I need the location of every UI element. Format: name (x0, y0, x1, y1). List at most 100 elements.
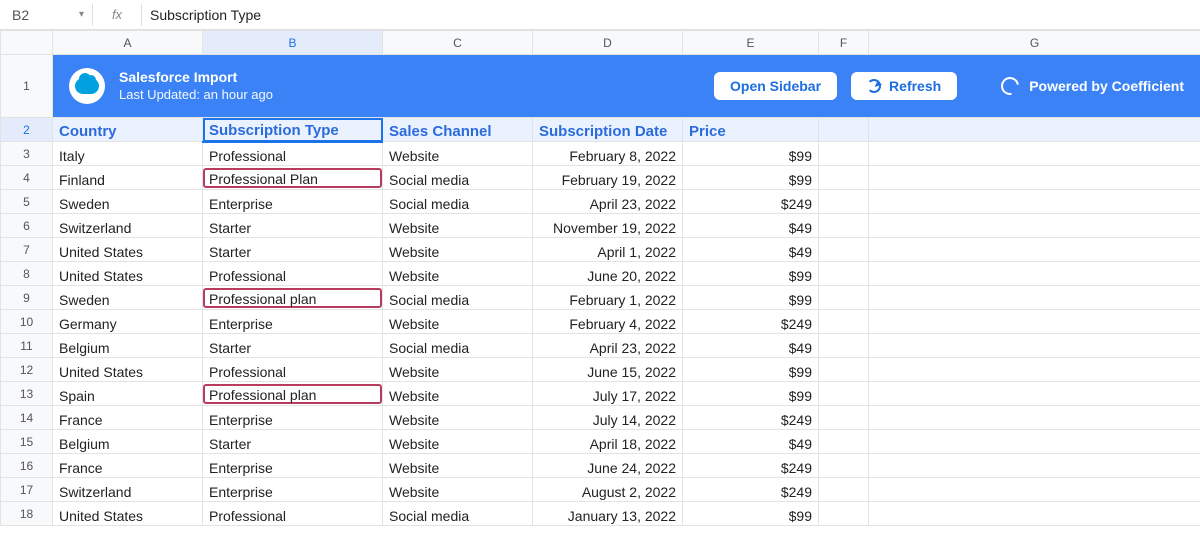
cell-A5[interactable]: Sweden (53, 190, 203, 214)
cell-C12[interactable]: Website (383, 358, 533, 382)
cell-D6[interactable]: November 19, 2022 (533, 214, 683, 238)
cell-G5[interactable] (869, 190, 1200, 214)
cell-F8[interactable] (819, 262, 869, 286)
row-header-6[interactable]: 6 (1, 214, 53, 238)
cell-B7[interactable]: Starter (203, 238, 383, 262)
row-header-15[interactable]: 15 (1, 430, 53, 454)
cell-D7[interactable]: April 1, 2022 (533, 238, 683, 262)
cell-D4[interactable]: February 19, 2022 (533, 166, 683, 190)
cell-G10[interactable] (869, 310, 1200, 334)
cell-B14[interactable]: Enterprise (203, 406, 383, 430)
cell-A7[interactable]: United States (53, 238, 203, 262)
cell-A15[interactable]: Belgium (53, 430, 203, 454)
cell-G12[interactable] (869, 358, 1200, 382)
row-header-7[interactable]: 7 (1, 238, 53, 262)
cell-E15[interactable]: $49 (683, 430, 819, 454)
cell-A14[interactable]: France (53, 406, 203, 430)
cell-C13[interactable]: Website (383, 382, 533, 406)
cell-D18[interactable]: January 13, 2022 (533, 502, 683, 526)
cell-F3[interactable] (819, 142, 869, 166)
cell-F17[interactable] (819, 478, 869, 502)
cell-C18[interactable]: Social media (383, 502, 533, 526)
cell-C9[interactable]: Social media (383, 286, 533, 310)
cell-D5[interactable]: April 23, 2022 (533, 190, 683, 214)
cell-A18[interactable]: United States (53, 502, 203, 526)
cell-B2[interactable]: Subscription Type (203, 118, 383, 142)
cell-A17[interactable]: Switzerland (53, 478, 203, 502)
formula-input[interactable]: Subscription Type (146, 7, 1192, 23)
cell-C16[interactable]: Website (383, 454, 533, 478)
cell-E12[interactable]: $99 (683, 358, 819, 382)
row-header-14[interactable]: 14 (1, 406, 53, 430)
cell-C2[interactable]: Sales Channel (383, 118, 533, 142)
cell-C3[interactable]: Website (383, 142, 533, 166)
cell-B13[interactable]: Professional plan (203, 382, 383, 406)
cell-F10[interactable] (819, 310, 869, 334)
cell-A16[interactable]: France (53, 454, 203, 478)
cell-B15[interactable]: Starter (203, 430, 383, 454)
cell-F13[interactable] (819, 382, 869, 406)
row-header-5[interactable]: 5 (1, 190, 53, 214)
cell-G4[interactable] (869, 166, 1200, 190)
row-header-1[interactable]: 1 (1, 55, 53, 118)
row-header-18[interactable]: 18 (1, 502, 53, 526)
cell-D13[interactable]: July 17, 2022 (533, 382, 683, 406)
cell-F12[interactable] (819, 358, 869, 382)
cell-B16[interactable]: Enterprise (203, 454, 383, 478)
cell-D8[interactable]: June 20, 2022 (533, 262, 683, 286)
cell-F14[interactable] (819, 406, 869, 430)
cell-F5[interactable] (819, 190, 869, 214)
cell-G18[interactable] (869, 502, 1200, 526)
cell-D15[interactable]: April 18, 2022 (533, 430, 683, 454)
cell-B5[interactable]: Enterprise (203, 190, 383, 214)
cell-B17[interactable]: Enterprise (203, 478, 383, 502)
col-header-E[interactable]: E (683, 31, 819, 55)
cell-E6[interactable]: $49 (683, 214, 819, 238)
cell-C11[interactable]: Social media (383, 334, 533, 358)
cell-A12[interactable]: United States (53, 358, 203, 382)
cell-F15[interactable] (819, 430, 869, 454)
cell-F7[interactable] (819, 238, 869, 262)
cell-G14[interactable] (869, 406, 1200, 430)
cell-E18[interactable]: $99 (683, 502, 819, 526)
cell-E14[interactable]: $249 (683, 406, 819, 430)
cell-G8[interactable] (869, 262, 1200, 286)
cell-B12[interactable]: Professional (203, 358, 383, 382)
cell-E17[interactable]: $249 (683, 478, 819, 502)
cell-C14[interactable]: Website (383, 406, 533, 430)
cell-E7[interactable]: $49 (683, 238, 819, 262)
cell-D17[interactable]: August 2, 2022 (533, 478, 683, 502)
col-header-B[interactable]: B (203, 31, 383, 55)
row-header-13[interactable]: 13 (1, 382, 53, 406)
cell-E3[interactable]: $99 (683, 142, 819, 166)
row-header-9[interactable]: 9 (1, 286, 53, 310)
powered-by[interactable]: Powered by Coefficient (1001, 77, 1184, 95)
cell-F11[interactable] (819, 334, 869, 358)
cell-C17[interactable]: Website (383, 478, 533, 502)
name-box[interactable]: B2 ▾ (8, 7, 88, 23)
cell-C7[interactable]: Website (383, 238, 533, 262)
row-header-16[interactable]: 16 (1, 454, 53, 478)
cell-E9[interactable]: $99 (683, 286, 819, 310)
col-header-C[interactable]: C (383, 31, 533, 55)
sheet-grid[interactable]: A B C D E F G 1 Salesforce Import Last U… (0, 30, 1200, 526)
cell-E11[interactable]: $49 (683, 334, 819, 358)
row-header-11[interactable]: 11 (1, 334, 53, 358)
col-header-D[interactable]: D (533, 31, 683, 55)
cell-C8[interactable]: Website (383, 262, 533, 286)
col-header-A[interactable]: A (53, 31, 203, 55)
cell-E16[interactable]: $249 (683, 454, 819, 478)
cell-F16[interactable] (819, 454, 869, 478)
cell-E10[interactable]: $249 (683, 310, 819, 334)
cell-E5[interactable]: $249 (683, 190, 819, 214)
cell-B4[interactable]: Professional Plan (203, 166, 383, 190)
row-header-12[interactable]: 12 (1, 358, 53, 382)
cell-E2[interactable]: Price (683, 118, 819, 142)
corner-cell[interactable] (1, 31, 53, 55)
cell-D9[interactable]: February 1, 2022 (533, 286, 683, 310)
cell-C6[interactable]: Website (383, 214, 533, 238)
cell-D10[interactable]: February 4, 2022 (533, 310, 683, 334)
cell-G16[interactable] (869, 454, 1200, 478)
cell-G15[interactable] (869, 430, 1200, 454)
cell-G3[interactable] (869, 142, 1200, 166)
